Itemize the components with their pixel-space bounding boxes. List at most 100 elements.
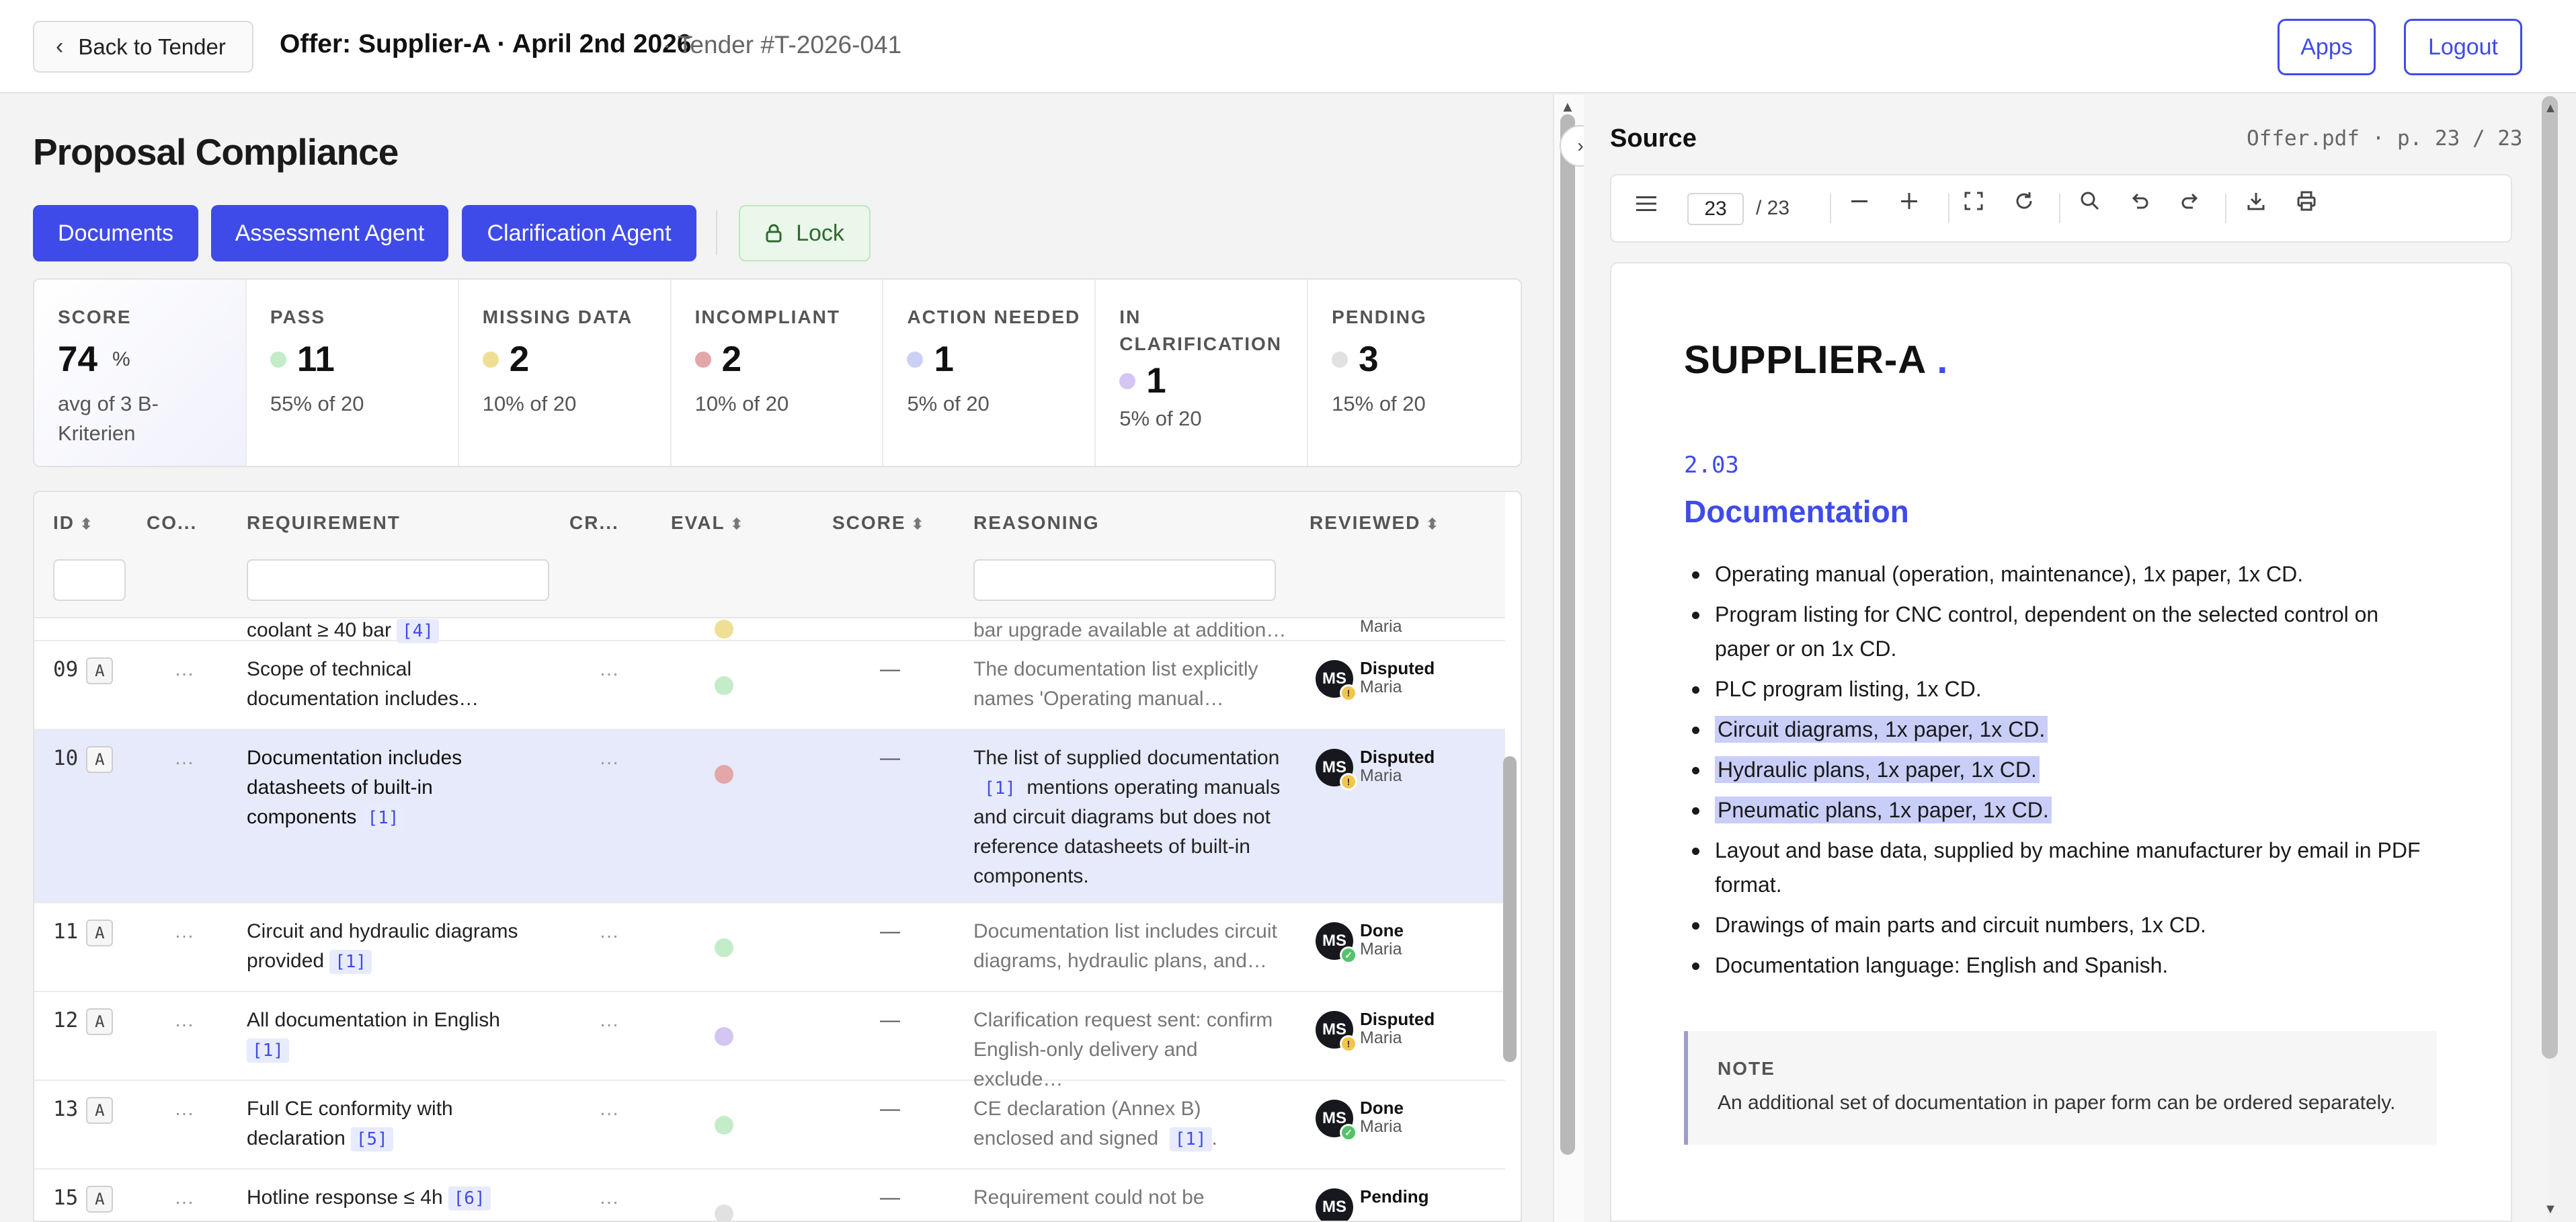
category-badge: A [86, 657, 114, 684]
chevron-left-icon: ‹ [56, 34, 64, 59]
page-number-input[interactable]: 23 [1687, 193, 1744, 225]
top-bar: ‹ Back to Tender Offer: Supplier-A · Apr… [0, 0, 2576, 93]
rotate-icon[interactable] [2013, 190, 2035, 218]
stat-sub: 10% of 20 [694, 392, 789, 415]
left-panel-scrollbar[interactable] [1560, 114, 1575, 1155]
stat-value: 1 [1146, 361, 1166, 401]
search-icon[interactable] [2079, 190, 2101, 218]
reasoning-text: The list of supplied documentation [1] m… [973, 747, 1281, 887]
scroll-up-icon[interactable]: ▲ [1560, 98, 1575, 116]
lock-label: Lock [796, 220, 844, 246]
page-scrollbar[interactable] [2542, 96, 2558, 1059]
stats-bar: SCORE 74 % avg of 3 B-Kriterien PASS 11 … [33, 278, 1522, 467]
cr-cell: … [599, 920, 619, 942]
review-status: Done [1360, 920, 1404, 940]
score-value: — [880, 920, 900, 942]
table-row[interactable]: 13 A … Full CE conformity with declaratio… [34, 1081, 1505, 1170]
review-status: Disputed [1360, 747, 1435, 767]
eval-dot [715, 1027, 733, 1046]
scroll-down-icon[interactable]: ▼ [2544, 1202, 2557, 1217]
reference-tag: [1] [362, 806, 405, 830]
back-label: Back to Tender [78, 34, 226, 59]
stat-score: SCORE 74 % avg of 3 B-Kriterien [34, 280, 247, 466]
list-item: Drawings of main parts and circuit numbe… [1684, 908, 2437, 942]
reviewer-avatar: MS! [1316, 749, 1357, 790]
reasoning-filter-input[interactable] [973, 559, 1276, 601]
reasoning-text: The documentation list explicitly names … [973, 658, 1258, 710]
reference-tag: [4] [396, 619, 439, 643]
table-row[interactable]: 15 A … Hotline response ≤ 4h [6] … — Requi… [34, 1170, 1505, 1221]
table-body: coolant ≥ 40 bar [4] bar upgrade availabl… [34, 618, 1505, 1221]
co-cell: … [174, 920, 194, 942]
zoom-in-icon[interactable] [1898, 190, 1920, 218]
reference-tag: [1] [247, 1038, 289, 1063]
print-icon[interactable] [2296, 190, 2317, 218]
column-header-reviewed[interactable]: REVIEWED ⬍ [1310, 512, 1440, 534]
category-badge: A [86, 1008, 114, 1035]
redo-icon[interactable] [2179, 190, 2201, 218]
stat-label: IN CLARIFICATION [1119, 307, 1282, 354]
reviewer-name: Maria [1360, 1117, 1402, 1136]
table-row-selected[interactable]: 10 A … Documentation includes datasheets … [34, 730, 1505, 903]
score-value: — [880, 747, 900, 769]
column-header-requirement[interactable]: REQUIREMENT [247, 512, 401, 534]
undo-icon[interactable] [2129, 190, 2150, 218]
toolbar-separator [2059, 194, 2060, 223]
row-id: 12 A [53, 1006, 114, 1035]
documents-button[interactable]: Documents [33, 205, 198, 261]
lock-icon [766, 224, 782, 243]
toolbar-separator [2225, 194, 2226, 223]
apps-button[interactable]: Apps [2278, 19, 2376, 75]
stat-missing-data: MISSING DATA 2 10% of 20 [459, 280, 672, 466]
table-row[interactable]: coolant ≥ 40 bar [4] bar upgrade availabl… [34, 618, 1505, 643]
stat-in-clarification: IN CLARIFICATION 1 5% of 20 [1096, 280, 1309, 466]
stat-unit: % [112, 348, 130, 370]
fullscreen-icon[interactable] [1963, 190, 1984, 218]
chevron-right-icon: › [1577, 135, 1584, 156]
column-header-eval[interactable]: EVAL ⬍ [671, 512, 744, 534]
back-to-tender-button[interactable]: ‹ Back to Tender [33, 21, 253, 73]
toolbar-separator [1830, 194, 1831, 223]
reference-tag: [1] [329, 950, 372, 974]
column-header-id[interactable]: ID ⬍ [53, 512, 93, 534]
status-dot [694, 351, 711, 368]
sort-icon: ⬍ [730, 516, 745, 532]
list-item-highlighted: Hydraulic plans, 1x paper, 1x CD. [1684, 753, 2437, 787]
section-number: 2.03 [1684, 452, 1739, 479]
page-title: Proposal Compliance [33, 131, 399, 173]
lock-button[interactable]: Lock [739, 205, 871, 261]
sort-icon: ⬍ [911, 516, 926, 532]
sidebar-toggle-icon[interactable] [1635, 192, 1658, 220]
id-filter-input[interactable] [53, 559, 126, 601]
column-header-cr[interactable]: CR... [569, 512, 619, 534]
logout-button[interactable]: Logout [2404, 19, 2522, 75]
column-header-score[interactable]: SCORE ⬍ [832, 512, 925, 534]
table-row[interactable]: 11 A … Circuit and hydraulic diagrams pro… [34, 903, 1505, 992]
warning-icon: ! [1340, 1035, 1357, 1053]
co-cell: … [174, 1009, 194, 1031]
source-title: Source [1610, 124, 1697, 153]
table-scrollbar[interactable] [1503, 756, 1517, 1062]
category-badge: A [86, 745, 114, 773]
assessment-agent-button[interactable]: Assessment Agent [211, 205, 448, 261]
table-row[interactable]: 09 A … Scope of technical documentation i… [34, 641, 1505, 730]
row-id: 10 A [53, 743, 114, 773]
clarification-agent-button[interactable]: Clarification Agent [462, 205, 696, 261]
requirement-filter-input[interactable] [247, 559, 549, 601]
column-header-co[interactable]: CO... [147, 512, 197, 534]
status-dot [270, 351, 286, 368]
score-value: — [880, 1009, 900, 1031]
toolbar-divider [716, 210, 717, 255]
zoom-out-icon[interactable] [1849, 190, 1870, 218]
scroll-up-icon[interactable]: ▲ [2544, 101, 2557, 116]
stat-sub: 5% of 20 [907, 392, 990, 415]
column-header-reasoning[interactable]: REASONING [973, 512, 1100, 534]
review-status: Pending [1360, 1186, 1429, 1207]
download-icon[interactable] [2245, 190, 2267, 218]
table-row[interactable]: 12 A … All documentation in English [1] … … [34, 992, 1505, 1090]
cr-cell: … [599, 1098, 619, 1120]
eval-dot [715, 1205, 733, 1221]
reviewer-avatar: MS! [1316, 660, 1357, 702]
sort-icon: ⬍ [80, 516, 94, 532]
stat-sub: 5% of 20 [1119, 407, 1202, 430]
